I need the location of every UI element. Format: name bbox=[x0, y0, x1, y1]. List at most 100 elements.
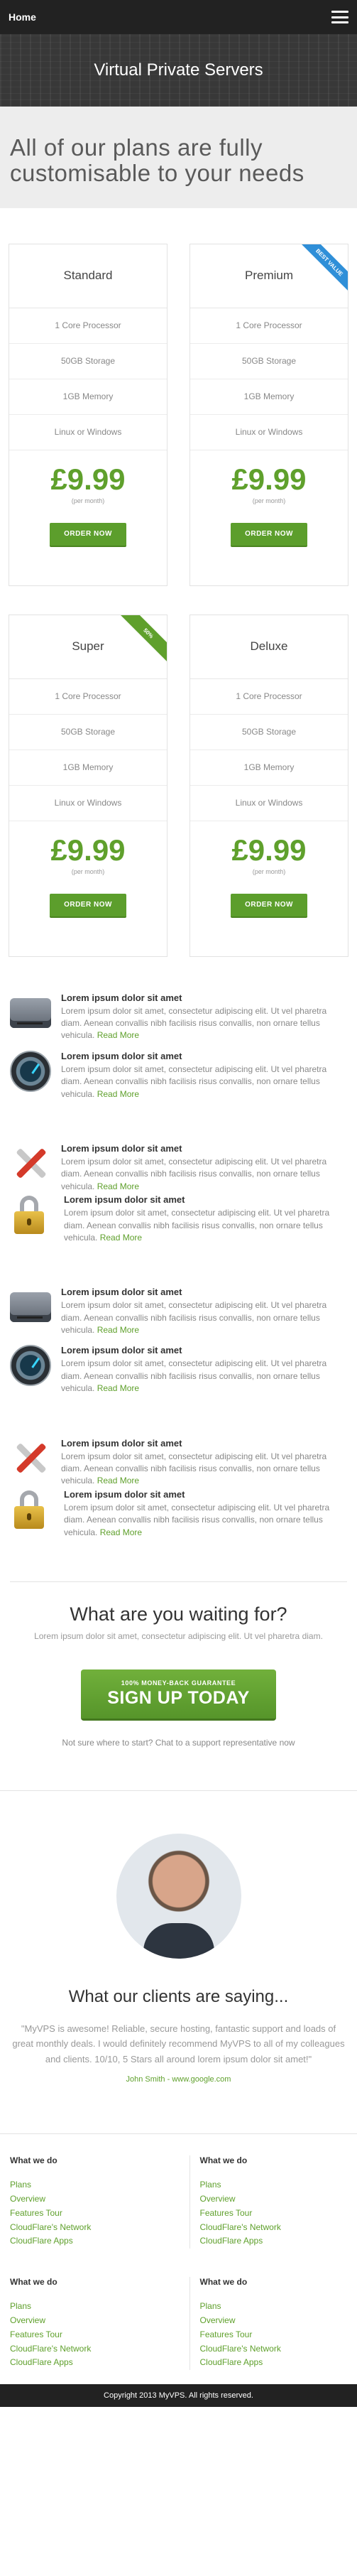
footer-link-plans[interactable]: Plans bbox=[200, 2300, 348, 2314]
footer-link-plans[interactable]: Plans bbox=[200, 2178, 348, 2192]
plan-feature: Linux or Windows bbox=[190, 415, 348, 450]
footer-link-cloudflare-network[interactable]: CloudFlare's Network bbox=[10, 2221, 168, 2235]
read-more-link[interactable]: Read More bbox=[97, 1325, 139, 1335]
testimonial-quote: "MyVPS is awesome! Reliable, secure host… bbox=[12, 2023, 345, 2064]
price-amount: £9.99 bbox=[50, 462, 126, 496]
footer-link-features-tour[interactable]: Features Tour bbox=[200, 2328, 348, 2342]
plan-feature: 50GB Storage bbox=[9, 344, 167, 379]
plan-card-deluxe: Deluxe 1 Core Processor 50GB Storage 1GB… bbox=[190, 614, 348, 957]
padlock-icon bbox=[13, 1489, 54, 1530]
feature-title: Lorem ipsum dolor sit amet bbox=[61, 992, 182, 1003]
footer-column-heading: What we do bbox=[199, 2277, 248, 2288]
plan-name: Standard bbox=[9, 244, 167, 308]
plan-feature: 50GB Storage bbox=[190, 715, 348, 750]
feature-item: Lorem ipsum dolor sit amet Lorem ipsum d… bbox=[10, 1050, 347, 1100]
plan-price: £9.99 (per month) bbox=[9, 450, 167, 504]
footer-column-heading: What we do bbox=[199, 2155, 248, 2166]
hamburger-menu-icon[interactable] bbox=[331, 11, 348, 23]
plan-price: £9.99 (per month) bbox=[190, 450, 348, 504]
read-more-link[interactable]: Read More bbox=[100, 1233, 142, 1243]
footer-link-overview[interactable]: Overview bbox=[200, 2192, 348, 2207]
feature-item: Lorem ipsum dolor sit amet Lorem ipsum d… bbox=[10, 1489, 347, 1539]
order-now-button[interactable]: ORDER NOW bbox=[50, 522, 126, 547]
feature-group: Lorem ipsum dolor sit amet Lorem ipsum d… bbox=[10, 992, 347, 1100]
plan-feature: Linux or Windows bbox=[190, 786, 348, 821]
testimonial-author-link[interactable]: John Smith - www.google.com bbox=[10, 2075, 347, 2084]
page-title: Virtual Private Servers bbox=[94, 60, 263, 80]
call-to-action: What are you waiting for? Lorem ipsum do… bbox=[0, 1582, 357, 1790]
feature-item: Lorem ipsum dolor sit amet Lorem ipsum d… bbox=[10, 1194, 347, 1244]
copyright-bar: Copyright 2013 MyVPS. All rights reserve… bbox=[0, 2384, 357, 2408]
sign-up-button[interactable]: 100% MONEY-BACK GUARANTEE SIGN UP TODAY bbox=[81, 1669, 276, 1721]
read-more-link[interactable]: Read More bbox=[97, 1030, 139, 1040]
feature-title: Lorem ipsum dolor sit amet bbox=[64, 1488, 185, 1500]
tools-icon bbox=[10, 1438, 51, 1479]
footer-column: What we do Plans Overview Features Tour … bbox=[10, 2277, 168, 2370]
footer-link-cloudflare-apps[interactable]: CloudFlare Apps bbox=[200, 2356, 348, 2370]
order-now-button[interactable]: ORDER NOW bbox=[231, 522, 307, 547]
feature-title: Lorem ipsum dolor sit amet bbox=[61, 1345, 182, 1356]
intro-section: All of our plans are fully customisable … bbox=[0, 107, 357, 208]
plan-feature: 1GB Memory bbox=[190, 379, 348, 415]
plan-feature: 50GB Storage bbox=[9, 715, 167, 750]
testimonial-heading: What our clients are saying... bbox=[68, 1986, 289, 2006]
feature-title: Lorem ipsum dolor sit amet bbox=[61, 1437, 182, 1449]
feature-title: Lorem ipsum dolor sit amet bbox=[64, 1194, 185, 1206]
footer-link-overview[interactable]: Overview bbox=[10, 2192, 168, 2207]
read-more-link[interactable]: Read More bbox=[97, 1476, 139, 1485]
footer-column-heading: What we do bbox=[10, 2155, 57, 2166]
top-nav: Home bbox=[0, 0, 357, 34]
footer-link-features-tour[interactable]: Features Tour bbox=[10, 2328, 168, 2342]
plan-price: £9.99 (per month) bbox=[9, 821, 167, 875]
footer-link-cloudflare-apps[interactable]: CloudFlare Apps bbox=[10, 2356, 168, 2370]
plan-feature: Linux or Windows bbox=[9, 415, 167, 450]
feature-group: Lorem ipsum dolor sit amet Lorem ipsum d… bbox=[10, 1287, 347, 1395]
support-chat-link[interactable]: Not sure where to start? Chat to a suppo… bbox=[10, 1738, 347, 1748]
feature-title: Lorem ipsum dolor sit amet bbox=[61, 1050, 182, 1061]
read-more-link[interactable]: Read More bbox=[97, 1181, 139, 1191]
features-section: Lorem ipsum dolor sit amet Lorem ipsum d… bbox=[0, 964, 357, 1539]
footer-link-plans[interactable]: Plans bbox=[10, 2300, 168, 2314]
footer-column: What we do Plans Overview Features Tour … bbox=[10, 2155, 168, 2248]
footer-link-cloudflare-network[interactable]: CloudFlare's Network bbox=[10, 2342, 168, 2356]
footer-link-overview[interactable]: Overview bbox=[10, 2314, 168, 2328]
order-now-button[interactable]: ORDER NOW bbox=[50, 893, 126, 918]
padlock-icon bbox=[13, 1194, 54, 1235]
plan-card-super: 50% Super 1 Core Processor 50GB Storage … bbox=[9, 614, 167, 957]
plan-card-standard: Standard 1 Core Processor 50GB Storage 1… bbox=[9, 243, 167, 586]
plan-name: Deluxe bbox=[190, 615, 348, 679]
footer-link-cloudflare-apps[interactable]: CloudFlare Apps bbox=[10, 2234, 168, 2248]
feature-item: Lorem ipsum dolor sit amet Lorem ipsum d… bbox=[10, 1438, 347, 1488]
home-link[interactable]: Home bbox=[9, 11, 36, 23]
price-period: (per month) bbox=[252, 497, 286, 504]
speed-gauge-icon bbox=[10, 1050, 51, 1092]
order-now-button[interactable]: ORDER NOW bbox=[231, 893, 307, 918]
guarantee-label: 100% MONEY-BACK GUARANTEE bbox=[121, 1679, 236, 1687]
sign-up-label: SIGN UP TODAY bbox=[107, 1687, 250, 1708]
feature-title: Lorem ipsum dolor sit amet bbox=[61, 1142, 182, 1154]
footer-link-features-tour[interactable]: Features Tour bbox=[10, 2207, 168, 2221]
pricing-plans: Standard 1 Core Processor 50GB Storage 1… bbox=[0, 208, 357, 964]
cta-subtext: Lorem ipsum dolor sit amet, consectetur … bbox=[34, 1630, 323, 1641]
footer-link-plans[interactable]: Plans bbox=[10, 2178, 168, 2192]
plan-feature: 1GB Memory bbox=[9, 750, 167, 786]
footer-link-cloudflare-apps[interactable]: CloudFlare Apps bbox=[200, 2234, 348, 2248]
client-avatar bbox=[116, 1833, 241, 1959]
footer-link-cloudflare-network[interactable]: CloudFlare's Network bbox=[200, 2221, 348, 2235]
hard-drive-icon bbox=[10, 997, 51, 1028]
read-more-link[interactable]: Read More bbox=[97, 1383, 139, 1393]
price-amount: £9.99 bbox=[231, 462, 307, 496]
read-more-link[interactable]: Read More bbox=[97, 1089, 139, 1099]
plan-feature: 1GB Memory bbox=[190, 750, 348, 786]
feature-title: Lorem ipsum dolor sit amet bbox=[61, 1287, 182, 1298]
feature-item: Lorem ipsum dolor sit amet Lorem ipsum d… bbox=[10, 992, 347, 1042]
cta-heading: What are you waiting for? bbox=[70, 1603, 287, 1625]
plan-card-premium: BEST VALUE Premium 1 Core Processor 50GB… bbox=[190, 243, 348, 586]
tools-icon bbox=[10, 1143, 51, 1184]
read-more-link[interactable]: Read More bbox=[100, 1527, 142, 1537]
feature-group: Lorem ipsum dolor sit amet Lorem ipsum d… bbox=[10, 1438, 347, 1539]
footer-link-features-tour[interactable]: Features Tour bbox=[200, 2207, 348, 2221]
feature-item: Lorem ipsum dolor sit amet Lorem ipsum d… bbox=[10, 1143, 347, 1193]
footer-link-overview[interactable]: Overview bbox=[200, 2314, 348, 2328]
footer-link-cloudflare-network[interactable]: CloudFlare's Network bbox=[200, 2342, 348, 2356]
